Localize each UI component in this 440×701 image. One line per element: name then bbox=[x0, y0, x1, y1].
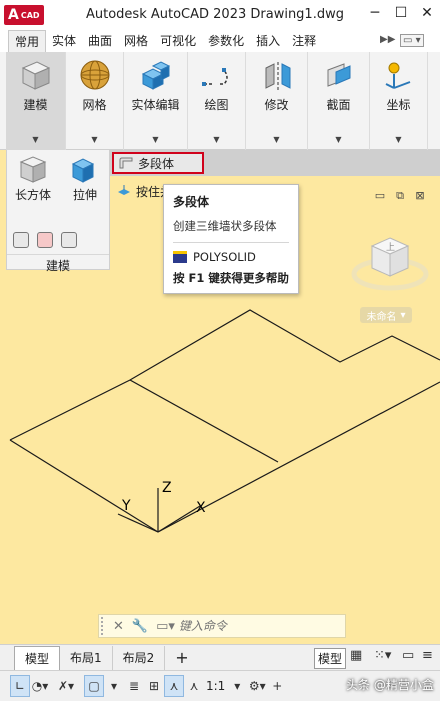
tab-solid[interactable]: 实体 bbox=[46, 30, 82, 52]
viewport-restore-icon[interactable]: ⧉ bbox=[392, 188, 408, 204]
modeling-expanded-panel: 长方体 拉伸 建模 bbox=[6, 150, 110, 273]
command-icon bbox=[173, 251, 187, 263]
annotation-icon[interactable]: ⋏ bbox=[164, 675, 184, 697]
x-axis-label: X bbox=[196, 500, 206, 516]
tooltip-command: POLYSOLID bbox=[173, 250, 289, 264]
tooltip-title: 多段体 bbox=[173, 195, 210, 209]
gear-icon[interactable]: ⚙▾ bbox=[247, 675, 267, 697]
add-layout-icon[interactable]: + bbox=[165, 648, 198, 667]
ribbon-panel: 建模 ▼ 网格 ▼ 实体编辑 ▼ 绘图 ▼ 修改 ▼ 截面 ▼ 坐标 ▼ bbox=[0, 52, 440, 150]
mesh-button[interactable]: 网格 ▼ bbox=[66, 52, 124, 150]
viewport-controls: ▭ ⧉ ⊠ bbox=[372, 188, 428, 204]
menu-icon[interactable]: ≡ bbox=[422, 648, 433, 663]
annotation-scale-icon[interactable]: ⋏ bbox=[184, 675, 204, 697]
extrude-icon bbox=[71, 158, 95, 183]
convert-to-solid-icon[interactable] bbox=[37, 232, 53, 248]
scale-dropdown[interactable]: 1:1 bbox=[204, 679, 227, 693]
chevron-down-icon: ▼ bbox=[32, 135, 39, 144]
solid-edit-icon bbox=[138, 58, 174, 92]
viewcube-face-label: 上 bbox=[386, 242, 395, 253]
viewport-close-icon[interactable]: ⊠ bbox=[412, 188, 428, 204]
modify-button[interactable]: 修改 ▼ bbox=[246, 52, 308, 150]
ucs-icon bbox=[381, 58, 417, 92]
smooth-object-icon[interactable] bbox=[13, 232, 29, 248]
drawing-canvas[interactable]: Z Y X bbox=[0, 270, 440, 550]
ribbon-tabs: 常用 实体 曲面 网格 可视化 参数化 插入 注释 ▶▶ ▭ ▾ bbox=[0, 30, 440, 52]
extrude-button[interactable]: 拉伸 bbox=[69, 154, 101, 203]
polysolid-icon bbox=[118, 156, 134, 170]
tab-parametric[interactable]: 参数化 bbox=[202, 30, 250, 52]
tab-layout2[interactable]: 布局2 bbox=[113, 645, 166, 670]
lineweight-icon[interactable]: ≣ bbox=[124, 675, 144, 697]
box-icon bbox=[19, 156, 47, 183]
chevron-down-icon: ▼ bbox=[395, 135, 402, 144]
close-button[interactable]: ✕ bbox=[416, 5, 438, 21]
section-plane-icon bbox=[321, 58, 357, 92]
draw-polyline-icon bbox=[199, 58, 235, 92]
coordinates-button[interactable]: 坐标 ▼ bbox=[370, 52, 428, 150]
chevron-down-icon: ▼ bbox=[152, 135, 159, 144]
drag-handle[interactable] bbox=[101, 617, 109, 635]
window-title: Autodesk AutoCAD 2023 Drawing1.dwg bbox=[86, 7, 344, 22]
watermark: 头条 @精营小盒 bbox=[346, 678, 434, 692]
presspull-icon bbox=[116, 184, 132, 198]
chevron-down-icon: ▼ bbox=[91, 135, 98, 144]
box-button[interactable]: 长方体 bbox=[15, 154, 51, 203]
close-icon[interactable]: ✕ bbox=[113, 619, 124, 634]
chevron-down-icon: ▼ bbox=[335, 135, 342, 144]
polysolid-menu-item[interactable]: 多段体 bbox=[112, 152, 204, 174]
solid-editing-button[interactable]: 实体编辑 ▼ bbox=[124, 52, 188, 150]
ribbon-options-icon[interactable]: ▭ ▾ bbox=[400, 34, 424, 47]
chevron-down-icon: ▼ bbox=[213, 135, 220, 144]
tab-visualize[interactable]: 可视化 bbox=[154, 30, 202, 52]
modify-icon bbox=[259, 58, 295, 92]
title-bar: A CAD Autodesk AutoCAD 2023 Drawing1.dwg… bbox=[0, 0, 440, 30]
tab-annotate[interactable]: 注释 bbox=[286, 30, 322, 52]
selection-cycling-icon[interactable]: ⊞ bbox=[144, 675, 164, 697]
model-space-button[interactable]: 模型 bbox=[314, 648, 347, 669]
recent-commands-icon[interactable]: ▭▾ bbox=[156, 619, 175, 634]
grid-icon[interactable]: ▦ bbox=[350, 648, 362, 663]
tooltip-description: 创建三维墙状多段体 bbox=[173, 219, 277, 233]
viewport-minimize-icon[interactable]: ▭ bbox=[372, 188, 388, 204]
ortho-icon[interactable]: ∟ bbox=[10, 675, 30, 697]
plus-icon[interactable]: + bbox=[267, 675, 287, 697]
chevron-down-icon: ▼ bbox=[273, 135, 280, 144]
tab-mesh[interactable]: 网格 bbox=[118, 30, 154, 52]
chevron-down-icon[interactable]: ▾ bbox=[227, 675, 247, 697]
application-menu-button[interactable]: A CAD bbox=[4, 2, 48, 28]
y-axis-label: Y bbox=[121, 498, 131, 514]
object-snap-icon[interactable]: ▢ bbox=[84, 675, 104, 697]
more-tabs-icon[interactable]: ▶▶ bbox=[380, 34, 395, 45]
tab-layout1[interactable]: 布局1 bbox=[60, 645, 113, 670]
command-input[interactable] bbox=[178, 619, 319, 633]
tab-model[interactable]: 模型 bbox=[14, 645, 61, 670]
cube-icon bbox=[18, 58, 54, 92]
tab-home[interactable]: 常用 bbox=[8, 30, 47, 52]
autocad-logo: A CAD bbox=[4, 5, 44, 25]
z-axis-label: Z bbox=[162, 480, 172, 496]
draw-button[interactable]: 绘图 ▼ bbox=[188, 52, 246, 150]
convert-to-surface-icon[interactable] bbox=[61, 232, 77, 248]
customize-wrench-icon[interactable]: 🔧 bbox=[132, 619, 148, 634]
command-line: ✕ 🔧 ▭▾ bbox=[98, 614, 346, 638]
isodraft-icon[interactable]: ✗▾ bbox=[56, 675, 76, 697]
tab-insert[interactable]: 插入 bbox=[250, 30, 286, 52]
snap-grid-icon[interactable]: ⁙▾ bbox=[374, 648, 391, 663]
minimize-icon[interactable]: ▭ bbox=[402, 648, 414, 663]
section-button[interactable]: 截面 ▼ bbox=[308, 52, 370, 150]
snap-dropdown-icon[interactable]: ▾ bbox=[104, 675, 124, 697]
minimize-button[interactable]: ─ bbox=[364, 5, 386, 21]
modeling-button[interactable]: 建模 ▼ bbox=[6, 52, 66, 150]
mesh-sphere-icon bbox=[77, 58, 113, 92]
small-tools-row bbox=[13, 232, 77, 248]
tooltip-divider bbox=[173, 242, 289, 243]
tab-surface[interactable]: 曲面 bbox=[82, 30, 118, 52]
polar-tracking-icon[interactable]: ◔▾ bbox=[30, 675, 50, 697]
maximize-button[interactable]: ☐ bbox=[390, 5, 412, 21]
